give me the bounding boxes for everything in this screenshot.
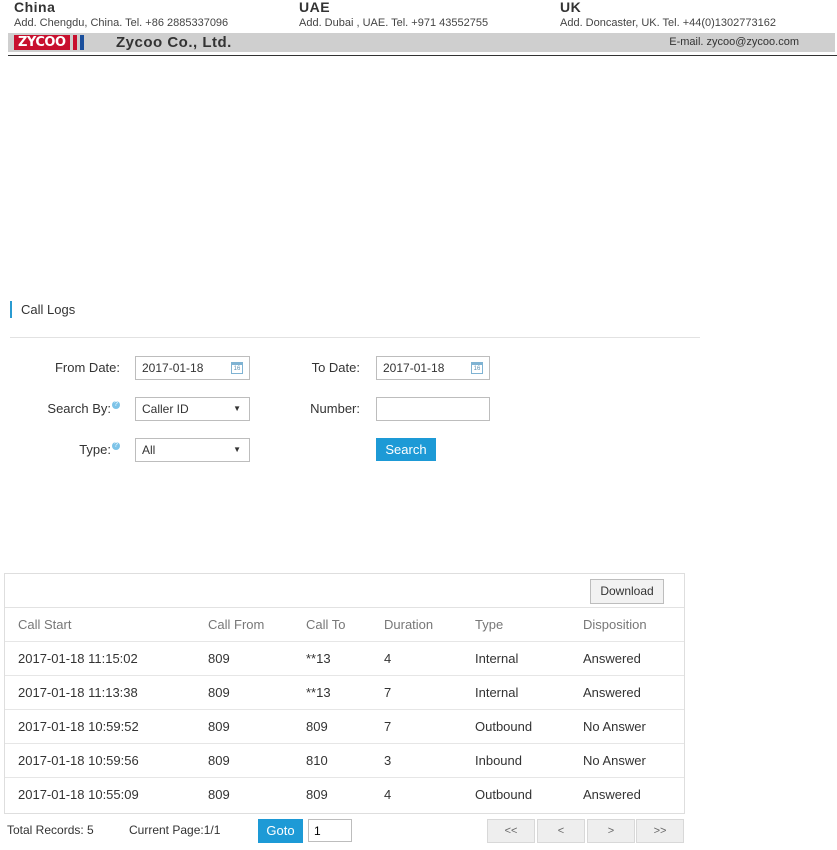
duration: 4 (384, 651, 392, 666)
office-address: Add. Chengdu, China. Tel. +86 2885337096 (14, 17, 229, 29)
call-to: **13 (306, 685, 331, 700)
table-row[interactable]: 2017-01-18 11:13:38 809 **13 7 Internal … (5, 676, 684, 710)
office-country: China (14, 0, 56, 15)
goto-page-input[interactable] (308, 819, 352, 842)
download-button[interactable]: Download (590, 579, 664, 604)
number-input[interactable] (376, 397, 490, 421)
total-records: Total Records: 5 (7, 823, 94, 837)
logo-stripe-red (72, 35, 77, 50)
type-label: Type:? (10, 442, 120, 457)
call-from: 809 (208, 685, 230, 700)
prev-page-button[interactable]: < (537, 819, 585, 843)
call-start: 2017-01-18 11:15:02 (18, 651, 138, 666)
to-date-value: 2017-01-18 (383, 361, 445, 375)
type-select[interactable]: All ▼ (135, 438, 250, 462)
logo-stripe-blue (79, 35, 84, 50)
chevron-down-icon: ▼ (233, 445, 241, 454)
chevron-down-icon: ▼ (233, 404, 241, 413)
disposition: No Answer (583, 753, 646, 768)
call-to: 810 (306, 753, 328, 768)
column-header[interactable]: Call Start (18, 608, 71, 642)
letterhead: China Add. Chengdu, China. Tel. +86 2885… (0, 0, 837, 56)
call-type: Inbound (475, 753, 522, 768)
column-header[interactable]: Duration (384, 608, 433, 642)
column-header[interactable]: Disposition (583, 608, 647, 642)
disposition: Answered (583, 651, 641, 666)
calendar-icon[interactable]: 16 (231, 362, 243, 374)
table-row[interactable]: 2017-01-18 11:15:02 809 **13 4 Internal … (5, 642, 684, 676)
logo-wordmark: ZYCOO (14, 35, 70, 50)
office-address: Add. Doncaster, UK. Tel. +44(0)130277316… (560, 17, 776, 29)
disposition: Answered (583, 787, 641, 802)
next-page-button[interactable]: > (587, 819, 635, 843)
call-start: 2017-01-18 10:55:09 (18, 787, 139, 802)
to-date-field[interactable]: 2017-01-18 16 (376, 356, 490, 380)
page-title: Call Logs (10, 301, 75, 318)
call-to: 809 (306, 719, 328, 734)
office-country: UK (560, 0, 582, 15)
from-date-value: 2017-01-18 (142, 361, 204, 375)
call-from: 809 (208, 787, 230, 802)
first-page-button[interactable]: << (487, 819, 535, 843)
table-header-row: Call Start Call From Call To Duration Ty… (5, 608, 684, 642)
search-by-label: Search By:? (10, 401, 120, 416)
search-button[interactable]: Search (376, 438, 436, 461)
column-header[interactable]: Call To (306, 608, 346, 642)
table-row[interactable]: 2017-01-18 10:55:09 809 809 4 Outbound A… (5, 778, 684, 812)
call-type: Internal (475, 685, 519, 700)
call-type: Internal (475, 651, 519, 666)
call-from: 809 (208, 753, 230, 768)
office-uk: UK Add. Doncaster, UK. Tel. +44(0)130277… (560, 0, 776, 29)
call-log-table: Download Call Start Call From Call To Du… (4, 573, 685, 814)
office-uae: UAE Add. Dubai , UAE. Tel. +971 43552755 (299, 0, 488, 29)
number-label: Number: (310, 401, 360, 416)
from-date-field[interactable]: 2017-01-18 16 (135, 356, 250, 380)
column-header[interactable]: Type (475, 608, 503, 642)
call-to: 809 (306, 787, 328, 802)
from-date-label: From Date: (54, 360, 120, 375)
call-start: 2017-01-18 10:59:56 (18, 753, 139, 768)
help-icon[interactable]: ? (112, 442, 120, 450)
table-row[interactable]: 2017-01-18 10:59:52 809 809 7 Outbound N… (5, 710, 684, 744)
duration: 4 (384, 787, 392, 802)
last-page-button[interactable]: >> (636, 819, 684, 843)
company-bar: ZYCOO Zycoo Co., Ltd. E-mail. zycoo@zyco… (8, 33, 835, 52)
disposition: Answered (583, 685, 641, 700)
office-address: Add. Dubai , UAE. Tel. +971 43552755 (299, 17, 489, 29)
call-type: Outbound (475, 787, 533, 802)
duration: 7 (384, 719, 392, 734)
to-date-label: To Date: (311, 360, 360, 375)
table-row[interactable]: 2017-01-18 10:59:56 809 810 3 Inbound No… (5, 744, 684, 778)
column-header[interactable]: Call From (208, 608, 264, 642)
call-type: Outbound (475, 719, 533, 734)
type-label-text: Type: (79, 442, 111, 457)
section-divider (10, 337, 700, 338)
call-to: **13 (306, 651, 331, 666)
call-start: 2017-01-18 11:13:38 (18, 685, 138, 700)
call-from: 809 (208, 651, 230, 666)
search-by-select[interactable]: Caller ID ▼ (135, 397, 250, 421)
goto-button[interactable]: Goto (258, 819, 303, 843)
calendar-icon[interactable]: 16 (471, 362, 483, 374)
office-country: UAE (299, 0, 331, 15)
search-by-value: Caller ID (142, 402, 189, 416)
company-logo: ZYCOO (14, 35, 84, 50)
call-start: 2017-01-18 10:59:52 (18, 719, 139, 734)
company-name: Zycoo Co., Ltd. (116, 34, 232, 51)
disposition: No Answer (583, 719, 646, 734)
header-divider (8, 55, 837, 56)
duration: 3 (384, 753, 392, 768)
help-icon[interactable]: ? (112, 401, 120, 409)
search-by-label-text: Search By: (47, 401, 111, 416)
company-email: E-mail. zycoo@zycoo.com (669, 36, 799, 48)
current-page: Current Page:1/1 (129, 823, 221, 837)
call-from: 809 (208, 719, 230, 734)
duration: 7 (384, 685, 392, 700)
type-value: All (142, 443, 156, 457)
office-china: China Add. Chengdu, China. Tel. +86 2885… (14, 0, 228, 29)
